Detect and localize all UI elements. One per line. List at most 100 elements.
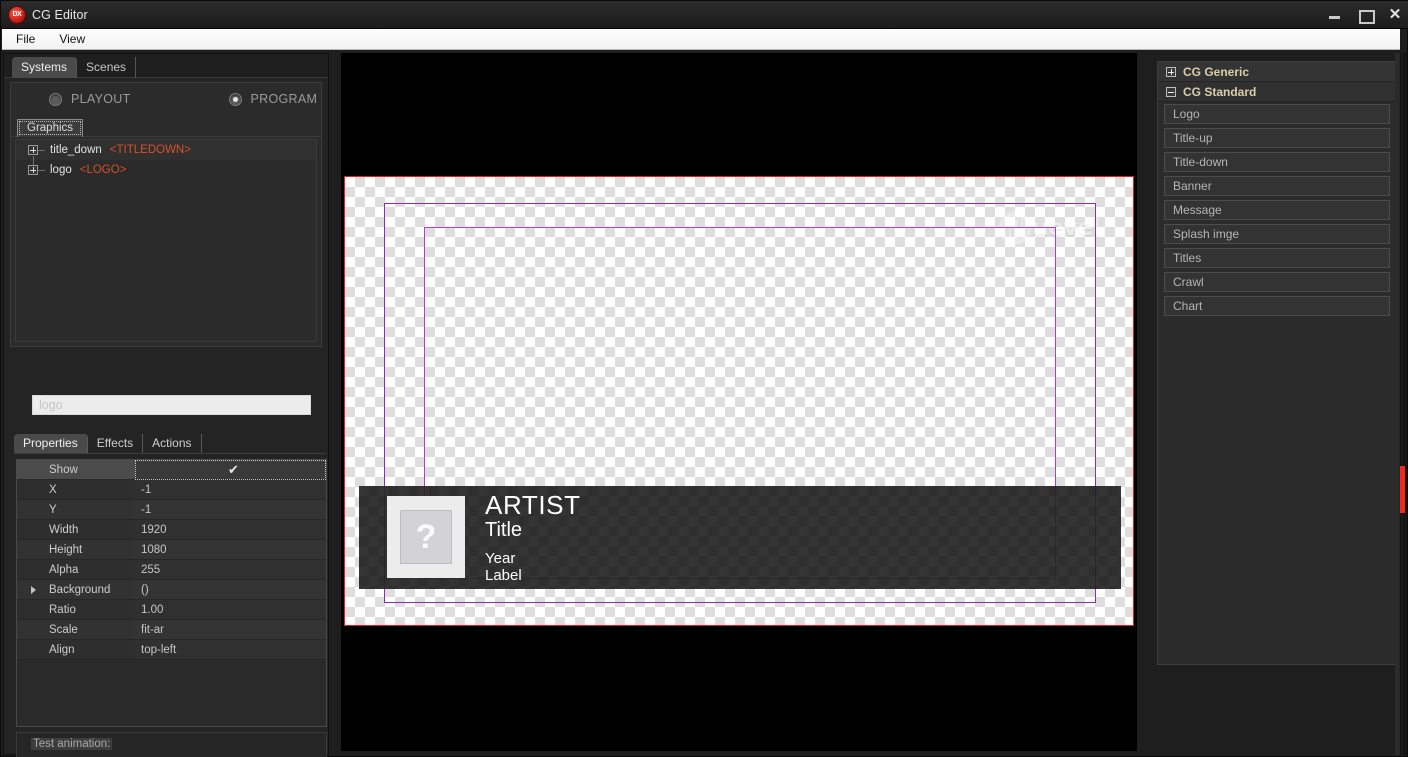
- preview-canvas[interactable]: uevel ? ARTIST Title Year Label: [344, 176, 1134, 626]
- property-row[interactable]: Align top-left: [17, 640, 326, 660]
- tree-item-tag: <TITLEDOWN>: [109, 144, 191, 156]
- property-key: Height: [17, 540, 135, 560]
- property-row[interactable]: Show ✔: [17, 460, 326, 480]
- title-bar: CG Editor ✕: [1, 1, 1408, 29]
- artist-text: ARTIST: [485, 490, 581, 520]
- graphics-tabstrip: Graphics: [11, 115, 321, 137]
- property-row[interactable]: Background(): [17, 580, 326, 600]
- radio-playout-indicator[interactable]: [49, 92, 62, 106]
- radio-program-label: PROGRAM: [250, 92, 318, 106]
- template-item[interactable]: Crawl: [1164, 272, 1390, 292]
- menu-bar: File View: [2, 29, 1400, 50]
- property-key: Show: [17, 460, 135, 480]
- tab-graphics[interactable]: Graphics: [17, 119, 84, 137]
- lower-third-graphic[interactable]: ? ARTIST Title Year Label: [359, 486, 1121, 589]
- template-item[interactable]: Splash imge: [1164, 224, 1390, 244]
- tree-item-name: title_down: [50, 144, 102, 156]
- property-value[interactable]: -1: [135, 480, 326, 500]
- circular-emblem-icon: [1000, 213, 1031, 243]
- maximize-icon[interactable]: [1357, 7, 1375, 24]
- template-list: Logo Title-up Title-down Banner Message Splas…: [1158, 102, 1396, 316]
- name-input[interactable]: logo: [32, 395, 311, 415]
- property-value[interactable]: -1: [135, 500, 326, 520]
- property-row[interactable]: Height 1080: [17, 540, 326, 560]
- title-text: Title: [485, 519, 523, 542]
- property-value[interactable]: 1.00: [135, 600, 326, 620]
- property-key: Align: [17, 640, 135, 660]
- tab-systems[interactable]: Systems: [12, 57, 78, 78]
- radio-program-indicator[interactable]: [228, 92, 242, 106]
- tab-effects[interactable]: Effects: [88, 434, 144, 453]
- radio-program[interactable]: PROGRAM: [228, 92, 318, 106]
- property-tabstrip: Properties Effects Actions: [14, 432, 326, 454]
- window-controls: ✕: [1327, 1, 1403, 29]
- scroll-position-marker[interactable]: [1400, 466, 1405, 513]
- property-key: X: [17, 480, 135, 500]
- property-key: Background: [17, 580, 135, 600]
- property-key: Y: [17, 500, 135, 520]
- tab-properties[interactable]: Properties: [14, 434, 88, 453]
- template-item[interactable]: Title-up: [1164, 128, 1390, 148]
- property-value[interactable]: fit-ar: [135, 620, 326, 640]
- property-checkbox[interactable]: ✔: [135, 460, 326, 480]
- tab-scenes[interactable]: Scenes: [77, 57, 137, 78]
- expand-plus-icon[interactable]: [28, 165, 38, 175]
- right-edge-strip: [1395, 53, 1407, 755]
- tree-item-name: logo: [50, 164, 72, 176]
- property-row[interactable]: Alpha 255: [17, 560, 326, 580]
- tree-row-title-down[interactable]: title_down <TITLEDOWN>: [16, 140, 316, 160]
- property-row[interactable]: Scale fit-ar: [17, 620, 326, 640]
- thumbnail-question-icon: ?: [400, 510, 452, 564]
- lower-third-text-block: ARTIST Title Year Label: [485, 490, 581, 585]
- minimize-icon[interactable]: [1327, 7, 1343, 23]
- tree-elbow-icon: [38, 149, 45, 151]
- property-value[interactable]: (): [135, 580, 326, 600]
- tree-row-logo[interactable]: logo <LOGO>: [16, 160, 316, 180]
- template-item[interactable]: Banner: [1164, 176, 1390, 196]
- expand-plus-icon[interactable]: [28, 145, 38, 155]
- group-cg-generic[interactable]: CG Generic: [1158, 62, 1396, 82]
- property-key: Width: [17, 520, 135, 540]
- group-label: CG Generic: [1183, 64, 1250, 79]
- menu-item-file[interactable]: File: [6, 30, 45, 48]
- group-label: CG Standard: [1183, 84, 1257, 99]
- collapse-minus-icon[interactable]: [1166, 86, 1176, 97]
- menu-item-view[interactable]: View: [49, 30, 95, 48]
- property-value[interactable]: 1080: [135, 540, 326, 560]
- tab-actions[interactable]: Actions: [143, 434, 202, 453]
- property-key: Alpha: [17, 560, 135, 580]
- expand-plus-icon[interactable]: [1166, 66, 1176, 77]
- preview-area: uevel ? ARTIST Title Year Label: [341, 53, 1137, 751]
- template-item[interactable]: Chart: [1164, 296, 1390, 316]
- property-key: Scale: [17, 620, 135, 640]
- property-value[interactable]: 1920: [135, 520, 326, 540]
- property-row[interactable]: X -1: [17, 480, 326, 500]
- property-key: Ratio: [17, 600, 135, 620]
- close-icon[interactable]: ✕: [1387, 7, 1403, 23]
- dx-logo-icon: [9, 6, 25, 23]
- property-row[interactable]: Y -1: [17, 500, 326, 520]
- template-item[interactable]: Titles: [1164, 248, 1390, 268]
- graphics-tree[interactable]: title_down <TITLEDOWN> logo <LOGO>: [15, 139, 317, 342]
- radio-playout[interactable]: PLAYOUT: [49, 92, 131, 106]
- property-value[interactable]: 255: [135, 560, 326, 580]
- template-item[interactable]: Title-down: [1164, 152, 1390, 172]
- test-animation-label: Test animation:: [31, 738, 113, 750]
- property-row[interactable]: Width 1920: [17, 520, 326, 540]
- left-panel: Systems Scenes PLAYOUT PROGRAM Graphics: [3, 53, 329, 757]
- thumbnail-placeholder: ?: [387, 496, 465, 578]
- cg-editor-window: CG Editor ✕ File View Systems Scenes PLA…: [0, 0, 1408, 757]
- mode-radio-row: PLAYOUT PROGRAM: [11, 83, 321, 115]
- group-cg-standard[interactable]: CG Standard: [1158, 82, 1396, 102]
- label-text: Label: [485, 567, 522, 585]
- watermark-text: uevel: [1032, 215, 1100, 241]
- template-library-panel: CG Generic CG Standard Logo Title-up Title…: [1157, 61, 1397, 665]
- left-tabstrip: Systems Scenes: [4, 54, 328, 78]
- property-value[interactable]: top-left: [135, 640, 326, 660]
- template-item[interactable]: Message: [1164, 200, 1390, 220]
- property-row[interactable]: Ratio 1.00: [17, 600, 326, 620]
- property-grid[interactable]: Show ✔ X -1 Y -1 Width 1920 Height 1080 Alpha 255 Ba…: [16, 459, 327, 727]
- template-item[interactable]: Logo: [1164, 104, 1390, 124]
- year-text: Year: [485, 550, 516, 568]
- tree-item-tag: <LOGO>: [79, 164, 127, 176]
